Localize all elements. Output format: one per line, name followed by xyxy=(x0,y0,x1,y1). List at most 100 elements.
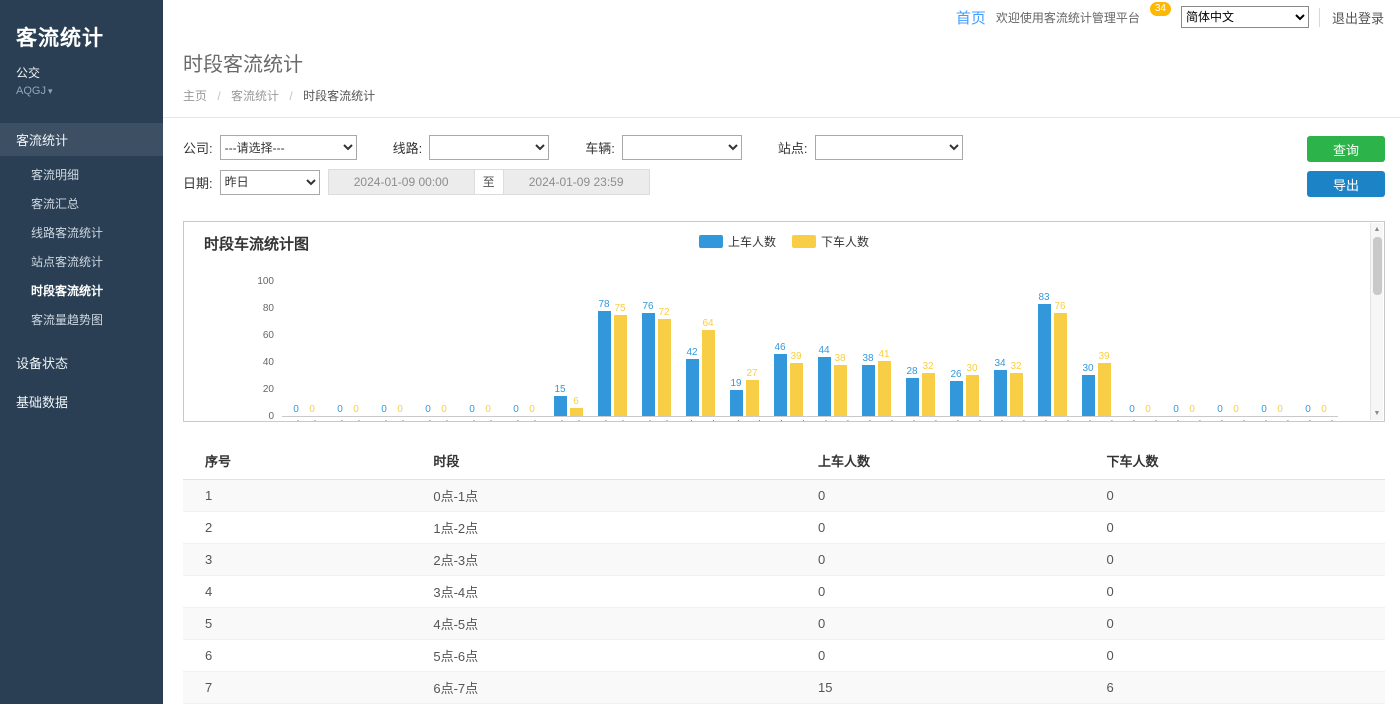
bar-value-label: 19 xyxy=(730,377,741,390)
bar-value-label: 75 xyxy=(614,302,625,315)
date-start-input[interactable] xyxy=(328,169,475,195)
scrollbar-thumb[interactable] xyxy=(1373,237,1382,295)
x-axis-label: 20点-21点 xyxy=(1162,417,1206,422)
bar-group: 004点-5点 xyxy=(458,268,502,422)
bar xyxy=(1082,375,1095,416)
main-area: 首页 欢迎使用客流统计管理平台 34 简体中文 退出登录 时段客流统计 主页 /… xyxy=(163,0,1400,704)
bar-group: 0019点-20点 xyxy=(1118,268,1162,422)
table-cell: 0 xyxy=(796,640,1084,672)
bar xyxy=(598,311,611,416)
bar-value-label: 0 xyxy=(485,403,491,416)
x-axis-label: 19点-20点 xyxy=(1118,417,1162,422)
breadcrumb-home[interactable]: 主页 xyxy=(183,89,207,103)
company-select[interactable]: ---请选择--- xyxy=(220,135,357,160)
table-cell: 0 xyxy=(1084,640,1385,672)
bar-value-label: 46 xyxy=(774,341,785,354)
table-header-row: 序号 时段 上车人数 下车人数 xyxy=(183,443,1385,480)
scroll-up-icon[interactable]: ▲ xyxy=(1371,223,1383,236)
bar xyxy=(658,319,671,416)
language-select[interactable]: 简体中文 xyxy=(1181,6,1309,28)
company-switcher[interactable]: AQGJ▾ xyxy=(0,81,163,97)
export-button[interactable]: 导出 xyxy=(1307,171,1385,197)
line-select[interactable] xyxy=(429,135,549,160)
bar xyxy=(570,408,583,416)
sidebar-section-base-data[interactable]: 基础数据 xyxy=(0,385,163,418)
bar xyxy=(1010,373,1023,416)
col-header-alighting: 下车人数 xyxy=(1084,443,1385,480)
x-axis-label: 6点-7点 xyxy=(546,417,590,422)
bar-value-label: 39 xyxy=(790,350,801,363)
y-axis-tick: 40 xyxy=(263,357,274,369)
breadcrumb-current: 时段客流统计 xyxy=(303,89,375,103)
sidebar-section-device-status[interactable]: 设备状态 xyxy=(0,346,163,379)
bar-value-label: 76 xyxy=(1054,300,1065,313)
filter-bar: 公司: ---请选择--- 线路: 车辆: 站点: xyxy=(183,135,1385,207)
notification-badge[interactable]: 34 xyxy=(1150,2,1171,16)
legend-label: 下车人数 xyxy=(821,233,869,250)
bar-group: 263015点-16点 xyxy=(942,268,986,422)
bar-group: 78757点-8点 xyxy=(590,268,634,422)
x-axis-label: 18点-19点 xyxy=(1074,417,1118,422)
bar xyxy=(862,365,875,416)
home-link[interactable]: 首页 xyxy=(956,7,986,28)
bar-group: 0023点-24点 xyxy=(1294,268,1338,422)
bar-value-label: 0 xyxy=(1173,403,1179,416)
table-row: 32点-3点00 xyxy=(183,544,1385,576)
table-cell: 7 xyxy=(183,672,411,704)
sidebar-item-period-stats[interactable]: 时段客流统计 xyxy=(0,276,163,305)
x-axis-label: 0点-1点 xyxy=(282,417,326,422)
bar xyxy=(1054,313,1067,416)
x-axis-label: 12点-13点 xyxy=(810,417,854,422)
sidebar-item-trend-chart[interactable]: 客流量趋势图 xyxy=(0,305,163,334)
legend-item-alighting[interactable]: 下车人数 xyxy=(792,233,869,250)
legend-item-boarding[interactable]: 上车人数 xyxy=(699,233,776,250)
bar xyxy=(614,315,627,416)
sidebar-item-passenger-detail[interactable]: 客流明细 xyxy=(0,160,163,189)
sidebar-item-passenger-summary[interactable]: 客流汇总 xyxy=(0,189,163,218)
x-axis-label: 3点-4点 xyxy=(414,417,458,422)
bar-group: 384113点-14点 xyxy=(854,268,898,422)
station-select[interactable] xyxy=(815,135,963,160)
col-header-boarding: 上车人数 xyxy=(796,443,1084,480)
bar-value-label: 0 xyxy=(353,403,359,416)
x-axis-label: 10点-11点 xyxy=(722,417,766,422)
bar-group: 005点-6点 xyxy=(502,268,546,422)
legend-swatch-yellow xyxy=(792,235,816,248)
table-cell: 2 xyxy=(183,512,411,544)
bar-group: 463911点-12点 xyxy=(766,268,810,422)
y-axis: 020406080100 xyxy=(248,268,282,422)
breadcrumb-passenger-stats[interactable]: 客流统计 xyxy=(231,89,279,103)
table-cell: 0 xyxy=(796,512,1084,544)
vehicle-select[interactable] xyxy=(622,135,742,160)
bar-value-label: 0 xyxy=(397,403,403,416)
date-end-input[interactable] xyxy=(503,169,650,195)
bar-value-label: 38 xyxy=(862,352,873,365)
scroll-down-icon[interactable]: ▼ xyxy=(1371,407,1383,420)
x-axis-label: 2点-3点 xyxy=(370,417,414,422)
y-axis-tick: 20 xyxy=(263,384,274,396)
date-preset-select[interactable]: 昨日 xyxy=(220,170,320,195)
bar-value-label: 0 xyxy=(337,403,343,416)
bar-value-label: 0 xyxy=(513,403,519,416)
sidebar-item-line-stats[interactable]: 线路客流统计 xyxy=(0,218,163,247)
x-axis-label: 5点-6点 xyxy=(502,417,546,422)
table-cell: 6 xyxy=(183,640,411,672)
y-axis-tick: 0 xyxy=(268,411,274,422)
sidebar-item-station-stats[interactable]: 站点客流统计 xyxy=(0,247,163,276)
bar-value-label: 34 xyxy=(994,357,1005,370)
logout-link[interactable]: 退出登录 xyxy=(1319,8,1384,27)
sidebar-section-passenger-stats[interactable]: 客流统计 xyxy=(0,123,163,156)
bar-chart: 020406080100 000点-1点001点-2点002点-3点003点-4… xyxy=(184,254,1384,422)
chart-scrollbar[interactable]: ▲ ▼ xyxy=(1370,223,1383,420)
query-button[interactable]: 查询 xyxy=(1307,136,1385,162)
bar-group: 001点-2点 xyxy=(326,268,370,422)
breadcrumb: 主页 / 客流统计 / 时段客流统计 xyxy=(183,87,1400,104)
table-cell: 0 xyxy=(1084,544,1385,576)
bar xyxy=(818,357,831,416)
topbar: 首页 欢迎使用客流统计管理平台 34 简体中文 退出登录 xyxy=(163,0,1400,34)
bar-value-label: 0 xyxy=(293,403,299,416)
filter-actions: 查询 导出 xyxy=(1307,136,1385,197)
bar-group: 0021点-22点 xyxy=(1206,268,1250,422)
bar-group: 76728点-9点 xyxy=(634,268,678,422)
app-root: 客流统计 公交 AQGJ▾ 客流统计 客流明细 客流汇总 线路客流统计 站点客流… xyxy=(0,0,1400,704)
